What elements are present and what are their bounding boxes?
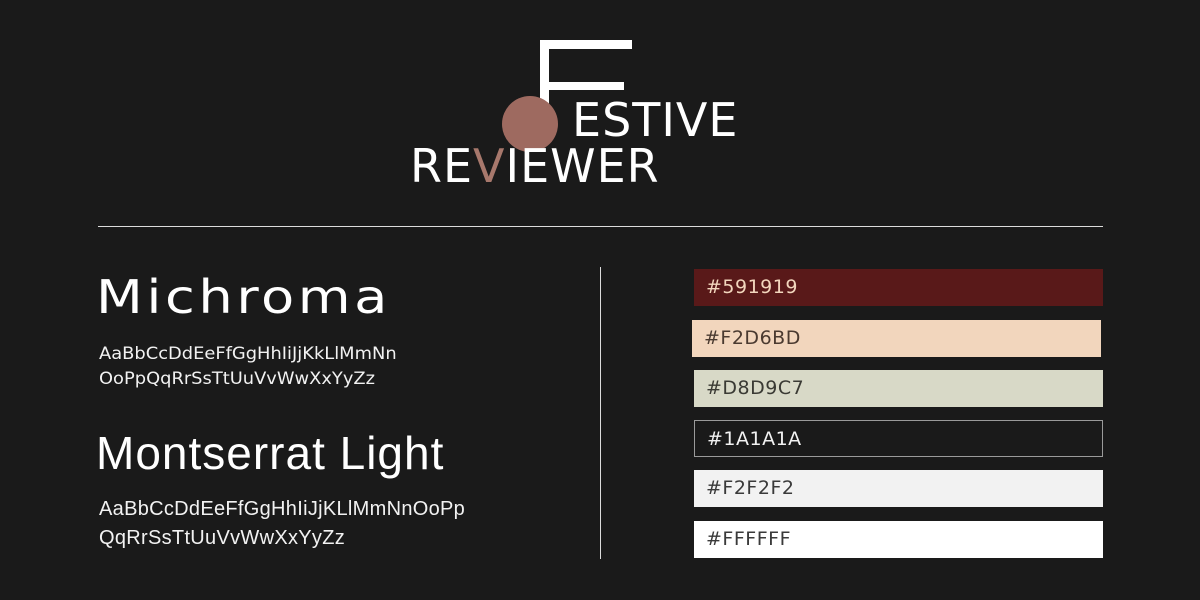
color-swatch: #F2D6BD [692,320,1101,357]
logo-text-iewer: IEWER [505,139,660,193]
font-specimen-michroma: Michroma AaBbCcDdEeFfGgHhIiJjKkLlMmNn Oo… [96,270,576,392]
horizontal-divider [98,226,1103,227]
alphabet-line-1: AaBbCcDdEeFfGgHhIiJjKkLlMmNn [99,344,397,364]
alphabet-line-2: OoPpQqRrSsTtUuVvWwXxYyZz [99,369,375,389]
logo-text-re: RE [410,139,474,193]
alphabet-line-2: QqRrSsTtUuVvWwXxYyZz [99,527,346,549]
logo-accent-v: V [473,139,506,193]
logo-wordmark-reviewer: REVIEWER [410,138,795,194]
color-swatch: #1A1A1A [694,420,1103,457]
color-swatch: #F2F2F2 [694,470,1103,507]
color-swatch: #FFFFFF [694,521,1103,558]
color-swatch: #D8D9C7 [694,370,1103,407]
alphabet-line-1: AaBbCcDdEeFfGgHhIiJjKLlMmNnOoPp [99,498,466,520]
color-swatch: #591919 [694,269,1103,306]
font-name: Michroma [96,270,391,324]
font-name: Montserrat Light [96,427,445,479]
font-specimen-montserrat: Montserrat Light AaBbCcDdEeFfGgHhIiJjKLl… [96,426,576,553]
